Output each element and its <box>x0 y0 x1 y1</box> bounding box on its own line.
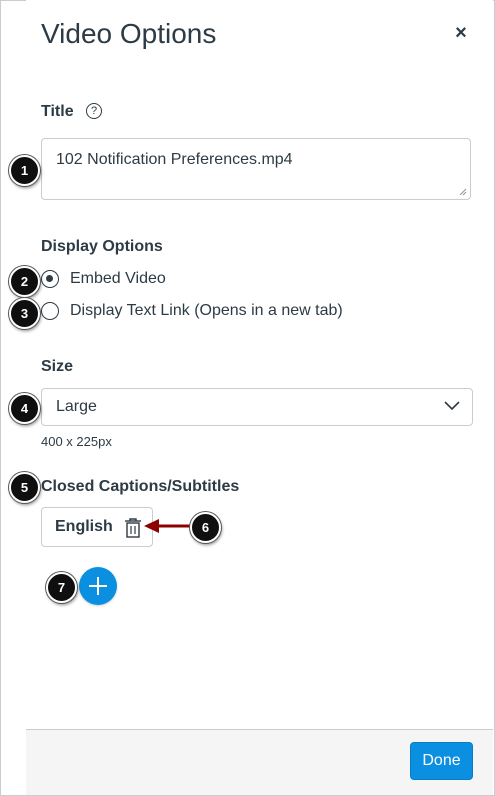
close-icon[interactable]: × <box>452 22 470 44</box>
annotation-badge-4: 4 <box>9 393 40 424</box>
help-icon[interactable]: ? <box>86 103 102 119</box>
radio-button[interactable] <box>41 302 59 320</box>
chevron-down-icon <box>444 401 460 411</box>
size-select[interactable]: Large <box>41 388 473 426</box>
display-options-label: Display Options <box>41 238 163 255</box>
annotation-badge-6: 6 <box>190 512 221 543</box>
title-textarea[interactable]: 102 Notification Preferences.mp4 <box>41 138 471 200</box>
title-value: 102 Notification Preferences.mp4 <box>56 151 293 168</box>
trash-icon[interactable] <box>123 517 143 539</box>
dialog-title: Video Options <box>41 18 217 49</box>
size-selected-value: Large <box>56 398 97 415</box>
radio-button-checked[interactable] <box>41 270 59 288</box>
annotation-badge-2: 2 <box>9 266 40 297</box>
radio-display-text-link[interactable]: Display Text Link (Opens in a new tab) <box>41 302 343 320</box>
annotation-badge-5: 5 <box>9 472 40 503</box>
annotation-badge-7: 7 <box>46 572 77 603</box>
title-label: Title <box>41 103 74 120</box>
annotation-arrow-icon <box>144 519 190 533</box>
caption-language: English <box>55 518 113 535</box>
add-caption-button[interactable] <box>79 567 117 605</box>
annotation-badge-3: 3 <box>9 298 40 329</box>
radio-label: Embed Video <box>70 270 166 287</box>
annotation-badge-1: 1 <box>9 155 40 186</box>
captions-label: Closed Captions/Subtitles <box>41 478 240 495</box>
size-label: Size <box>41 358 74 375</box>
size-dimensions: 400 x 225px <box>41 434 112 449</box>
radio-label: Display Text Link (Opens in a new tab) <box>70 302 343 319</box>
caption-track-chip: English <box>41 507 153 547</box>
radio-embed-video[interactable]: Embed Video <box>41 270 166 288</box>
resize-handle-icon[interactable] <box>459 188 467 196</box>
done-button[interactable]: Done <box>410 742 473 780</box>
